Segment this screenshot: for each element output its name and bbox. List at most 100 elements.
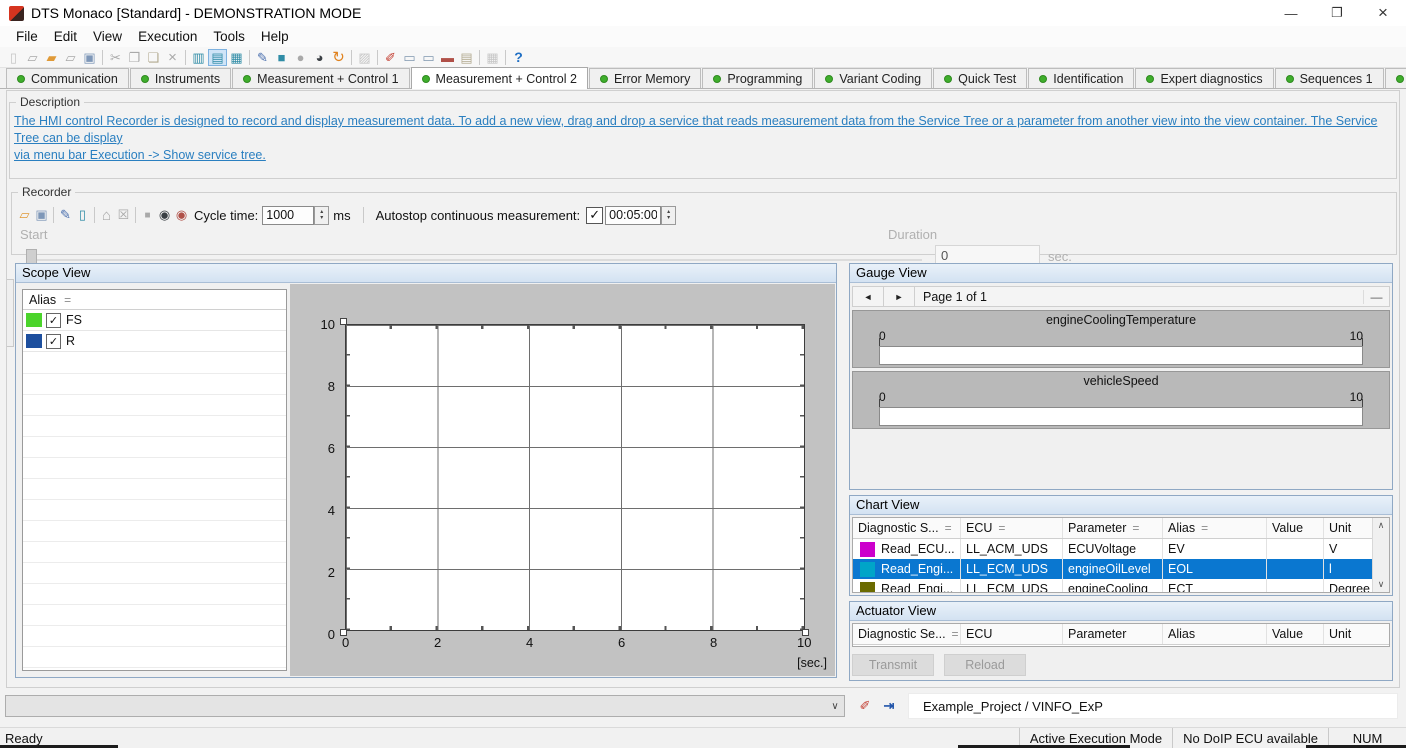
column-ecu[interactable]: ECU [961, 624, 1063, 644]
tab-programming[interactable]: Programming [702, 68, 813, 88]
help-icon[interactable]: ? [509, 49, 528, 66]
description-link[interactable]: The HMI control Recorder is designed to … [10, 109, 1396, 164]
tab-instruments[interactable]: Instruments [130, 68, 231, 88]
tab-expert-diagnostics[interactable]: Expert diagnostics [1135, 68, 1273, 88]
page-next-button[interactable]: ► [884, 287, 915, 306]
column-diagnostic-service[interactable]: Diagnostic Se...= [853, 624, 961, 644]
vertical-scrollbar[interactable]: ∧ ∨ [1372, 518, 1389, 592]
video-camera-icon[interactable]: ◉ [173, 207, 190, 224]
column-ecu[interactable]: ECU= [961, 518, 1063, 538]
command-combobox[interactable]: ∨ [5, 695, 845, 717]
restore-button[interactable]: ❐ [1314, 0, 1360, 26]
filter-icon[interactable]: = [1132, 521, 1139, 535]
new-folder-icon[interactable]: ▰ [42, 49, 61, 66]
table-row[interactable]: Read_ECU... LL_ACM_UDS ECUVoltage EV V [853, 539, 1389, 559]
signal-checkbox[interactable]: ✓ [46, 313, 61, 328]
tab-identification[interactable]: Identification [1028, 68, 1134, 88]
command-combobox-input[interactable] [6, 699, 826, 713]
table-row-selected[interactable]: Read_Engi... LL_ECM_UDS engineOilLevel E… [853, 559, 1389, 579]
notepad-icon[interactable]: ▤ [457, 49, 476, 66]
autostop-stepper[interactable]: ▴▾ [661, 206, 676, 225]
tab-communication[interactable]: Communication [6, 68, 129, 88]
plot-handle-bottom-left[interactable] [340, 629, 347, 636]
autostop-time-input[interactable] [605, 206, 661, 225]
scroll-down-icon[interactable]: ∨ [1378, 579, 1385, 590]
menu-help[interactable]: Help [253, 29, 297, 44]
login-ecu-icon[interactable]: ⇥ [880, 697, 898, 715]
autostop-checkbox[interactable]: ✓ [586, 207, 603, 224]
edit-marker-icon[interactable]: ✎ [57, 207, 74, 224]
monitor-icon[interactable]: ▭ [400, 49, 419, 66]
clear-list-icon[interactable]: ☒ [115, 207, 132, 224]
column-diagnostic-service[interactable]: Diagnostic S...= [853, 518, 961, 538]
spin-down-icon[interactable]: ▾ [667, 215, 670, 221]
cycle-time-stepper[interactable]: ▴▾ [314, 206, 329, 225]
camera-icon[interactable]: ◉ [156, 207, 173, 224]
plot-handle-top-left[interactable] [340, 318, 347, 325]
alias-header[interactable]: Alias = [23, 290, 286, 310]
open-project-icon[interactable]: ▱ [61, 49, 80, 66]
alias-row-r[interactable]: ✓ R [23, 331, 286, 352]
minimize-button[interactable]: — [1268, 0, 1314, 26]
start-communication-icon[interactable]: ✎ [253, 49, 272, 66]
filter-icon[interactable]: = [998, 521, 1005, 535]
page-prev-button[interactable]: ◄ [853, 287, 884, 306]
tab-error-memory[interactable]: Error Memory [589, 68, 701, 88]
cut-icon[interactable]: ✂ [106, 49, 125, 66]
home-icon[interactable]: ⌂ [98, 207, 115, 224]
stop-icon[interactable]: ■ [272, 49, 291, 66]
column-value[interactable]: Value [1267, 518, 1324, 538]
column-unit[interactable]: Unit [1324, 624, 1389, 644]
menu-tools[interactable]: Tools [205, 29, 253, 44]
workstation-icon[interactable]: ▬ [438, 49, 457, 66]
scope-chart[interactable]: 10 8 6 4 2 0 0 2 4 6 8 10 [sec.] [290, 284, 835, 676]
cycle-time-input[interactable] [262, 206, 314, 225]
remote-monitor-icon[interactable]: ▭ [419, 49, 438, 66]
spin-down-icon[interactable]: ▾ [320, 215, 323, 221]
tab-measurement-control-1[interactable]: Measurement + Control 1 [232, 68, 409, 88]
splitter-grip[interactable] [7, 279, 14, 347]
layout-columns-icon[interactable]: ▥ [189, 49, 208, 66]
filter-icon[interactable]: = [64, 293, 71, 307]
menu-view[interactable]: View [85, 29, 130, 44]
transmit-button[interactable]: Transmit [852, 654, 934, 676]
tab-sequences-2[interactable]: Sequences 2 [1385, 68, 1406, 88]
tab-measurement-control-2[interactable]: Measurement + Control 2 [411, 67, 588, 89]
flash-marker-icon[interactable]: ✐ [381, 49, 400, 66]
column-alias[interactable]: Alias= [1163, 518, 1267, 538]
menu-execution[interactable]: Execution [130, 29, 205, 44]
signal-checkbox[interactable]: ✓ [46, 334, 61, 349]
refresh-icon[interactable]: ↻ [329, 49, 348, 66]
paste-icon[interactable]: ❏ [144, 49, 163, 66]
marker-pen-icon[interactable]: ✐ [856, 697, 874, 715]
save-icon[interactable]: ▣ [80, 49, 99, 66]
menu-edit[interactable]: Edit [46, 29, 85, 44]
open-record-icon[interactable]: ▱ [16, 207, 33, 224]
close-button[interactable]: × [1360, 0, 1406, 26]
start-slider-track[interactable] [32, 259, 922, 261]
column-alias[interactable]: Alias [1163, 624, 1267, 644]
copy-icon[interactable]: ❐ [125, 49, 144, 66]
scope-plot-area[interactable] [345, 324, 805, 631]
stop-small-icon[interactable]: ■ [139, 207, 156, 224]
column-parameter[interactable]: Parameter= [1063, 518, 1163, 538]
filter-icon[interactable]: = [945, 521, 952, 535]
reload-button[interactable]: Reload [944, 654, 1026, 676]
grid-view-icon[interactable]: ▦ [483, 49, 502, 66]
column-parameter[interactable]: Parameter [1063, 624, 1163, 644]
save-record-icon[interactable]: ▣ [33, 207, 50, 224]
tab-variant-coding[interactable]: Variant Coding [814, 68, 932, 88]
layout-grid-icon[interactable]: ▦ [227, 49, 246, 66]
filter-icon[interactable]: = [1201, 521, 1208, 535]
screenshot-icon[interactable]: ▨ [355, 49, 374, 66]
scroll-up-icon[interactable]: ∧ [1378, 520, 1385, 531]
globe-icon[interactable]: ● [291, 49, 310, 66]
alias-row-fs[interactable]: ✓ FS [23, 310, 286, 331]
delete-icon[interactable]: × [163, 49, 182, 66]
layout-rows-icon[interactable]: ▤ [208, 49, 227, 66]
column-value[interactable]: Value [1267, 624, 1324, 644]
chevron-down-icon[interactable]: ∨ [826, 701, 844, 712]
new-file-icon[interactable]: ▯ [4, 49, 23, 66]
table-row[interactable]: Read_Engi... LL_ECM_UDS engineCooling EC… [853, 579, 1389, 593]
trash-icon[interactable]: ▯ [74, 207, 91, 224]
